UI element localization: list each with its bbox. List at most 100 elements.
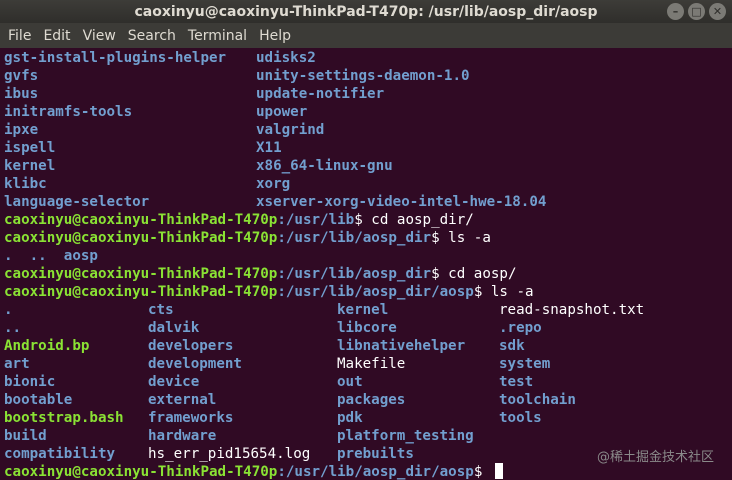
list-entry: Android.bp: [4, 338, 90, 354]
list-entry: cts: [148, 302, 174, 318]
list-entry: hs_err_pid15654.log: [148, 446, 311, 462]
list-entry: pdk: [337, 410, 363, 426]
list-entry: .: [4, 302, 13, 318]
list-entries: . .. aosp: [4, 248, 98, 264]
list-entry: ibus: [4, 86, 39, 102]
list-entry: ..: [4, 320, 22, 336]
terminal-line: ipxe valgrind: [4, 121, 732, 139]
terminal-line: bootable external packages toolchain: [4, 391, 732, 409]
terminal-line: caoxinyu@caoxinyu-ThinkPad-T470p:/usr/li…: [4, 463, 732, 480]
prompt-command: $ ls -a: [431, 230, 491, 246]
terminal-line: . .. aosp: [4, 247, 732, 265]
list-entry: X11: [256, 140, 282, 156]
list-entry: upower: [256, 104, 308, 120]
list-entry: test: [499, 374, 534, 390]
terminal-window: caoxinyu@caoxinyu-ThinkPad-T470p: /usr/l…: [0, 0, 732, 480]
prompt-path: :/usr/lib: [277, 212, 355, 228]
list-entry: libcore: [337, 320, 397, 336]
terminal-line: bootstrap.bash frameworks pdk tools: [4, 409, 732, 427]
list-entry: art: [4, 356, 30, 372]
list-entry: libnativehelper: [337, 338, 466, 354]
list-entry: valgrind: [256, 122, 325, 138]
list-entry: xserver-xorg-video-intel-hwe-18.04: [256, 194, 547, 210]
prompt-user: caoxinyu@caoxinyu-ThinkPad-T470p: [4, 464, 278, 480]
menu-bar: File Edit View Search Terminal Help: [0, 23, 732, 48]
prompt-user: caoxinyu@caoxinyu-ThinkPad-T470p: [4, 266, 278, 282]
list-entry: platform_testing: [337, 428, 474, 444]
list-entry: klibc: [4, 176, 47, 192]
text-cursor: [494, 463, 503, 479]
prompt-command: $ ls -a: [473, 284, 534, 300]
list-entry: x86_64-linux-gnu: [256, 158, 393, 174]
prompt-user: caoxinyu@caoxinyu-ThinkPad-T470p: [4, 212, 278, 228]
terminal-line: build hardware platform_testing: [4, 427, 732, 445]
list-entry: prebuilts: [337, 446, 414, 462]
list-entry: read-snapshot.txt: [499, 302, 645, 318]
menu-edit[interactable]: Edit: [37, 28, 76, 44]
list-entry: bootstrap.bash: [4, 410, 124, 426]
prompt-user: caoxinyu@caoxinyu-ThinkPad-T470p: [4, 284, 278, 300]
prompt-command: $ cd aosp_dir/: [354, 212, 474, 228]
list-entry: frameworks: [148, 410, 234, 426]
list-entry: system: [499, 356, 551, 372]
terminal-line: .. dalvik libcore .repo: [4, 319, 732, 337]
list-entry: kernel: [337, 302, 389, 318]
list-entry: gst-install-plugins-helper: [4, 50, 227, 66]
terminal-line: initramfs-tools upower: [4, 103, 732, 121]
terminal-line: gvfs unity-settings-daemon-1.0: [4, 67, 732, 85]
prompt-path: :/usr/lib/aosp_dir/aosp: [277, 284, 474, 300]
terminal-output[interactable]: gst-install-plugins-helper udisks2 gvfs uni…: [4, 49, 732, 480]
list-entry: hardware: [148, 428, 217, 444]
list-entry: kernel: [4, 158, 56, 174]
window-controls: – □ ✕: [667, 3, 726, 20]
terminal-line: caoxinyu@caoxinyu-ThinkPad-T470p:/usr/li…: [4, 229, 732, 247]
prompt-command: $: [473, 464, 491, 480]
list-entry: packages: [337, 392, 406, 408]
window-title: caoxinyu@caoxinyu-ThinkPad-T470p: /usr/l…: [134, 3, 598, 20]
terminal-line: klibc xorg: [4, 175, 732, 193]
watermark: @稀土掘金技术社区: [596, 450, 714, 465]
terminal-line: kernel x86_64-linux-gnu: [4, 157, 732, 175]
list-entry: update-notifier: [256, 86, 385, 102]
list-entry: bootable: [4, 392, 73, 408]
list-entry: device: [148, 374, 200, 390]
list-entry: initramfs-tools: [4, 104, 133, 120]
menu-terminal[interactable]: Terminal: [182, 28, 253, 44]
list-entry: ipxe: [4, 122, 39, 138]
list-entry: .repo: [499, 320, 542, 336]
list-entry: xorg: [256, 176, 291, 192]
list-entry: Makefile: [337, 356, 406, 372]
close-button[interactable]: ✕: [709, 3, 726, 20]
menu-view[interactable]: View: [77, 28, 122, 44]
terminal-line: caoxinyu@caoxinyu-ThinkPad-T470p:/usr/li…: [4, 211, 732, 229]
terminal-line: art development Makefile system: [4, 355, 732, 373]
prompt-path: :/usr/lib/aosp_dir: [277, 266, 432, 282]
menu-help[interactable]: Help: [253, 28, 297, 44]
terminal-line: ispell X11: [4, 139, 732, 157]
terminal-line: language-selector xserver-xorg-video-inte…: [4, 193, 732, 211]
list-entry: toolchain: [499, 392, 576, 408]
prompt-path: :/usr/lib/aosp_dir/aosp: [277, 464, 474, 480]
title-bar[interactable]: caoxinyu@caoxinyu-ThinkPad-T470p: /usr/l…: [0, 0, 732, 23]
list-entry: gvfs: [4, 68, 39, 84]
list-entry: tools: [499, 410, 542, 426]
terminal-line: caoxinyu@caoxinyu-ThinkPad-T470p:/usr/li…: [4, 283, 732, 301]
prompt-path: :/usr/lib/aosp_dir: [277, 230, 432, 246]
list-entry: sdk: [499, 338, 525, 354]
terminal-line: caoxinyu@caoxinyu-ThinkPad-T470p:/usr/li…: [4, 265, 732, 283]
prompt-user: caoxinyu@caoxinyu-ThinkPad-T470p: [4, 230, 278, 246]
list-entry: language-selector: [4, 194, 150, 210]
list-entry: build: [4, 428, 47, 444]
menu-file[interactable]: File: [2, 28, 37, 44]
minimize-button[interactable]: –: [667, 3, 684, 20]
list-entry: out: [337, 374, 363, 390]
prompt-command: $ cd aosp/: [431, 266, 517, 282]
menu-search[interactable]: Search: [122, 28, 182, 44]
list-entry: unity-settings-daemon-1.0: [256, 68, 470, 84]
maximize-button[interactable]: □: [688, 3, 705, 20]
terminal-line: gst-install-plugins-helper udisks2: [4, 49, 732, 67]
list-entry: bionic: [4, 374, 56, 390]
list-entry: compatibility: [4, 446, 116, 462]
terminal-line: ibus update-notifier: [4, 85, 732, 103]
terminal-line: Android.bp developers libnativehelper sdk: [4, 337, 732, 355]
